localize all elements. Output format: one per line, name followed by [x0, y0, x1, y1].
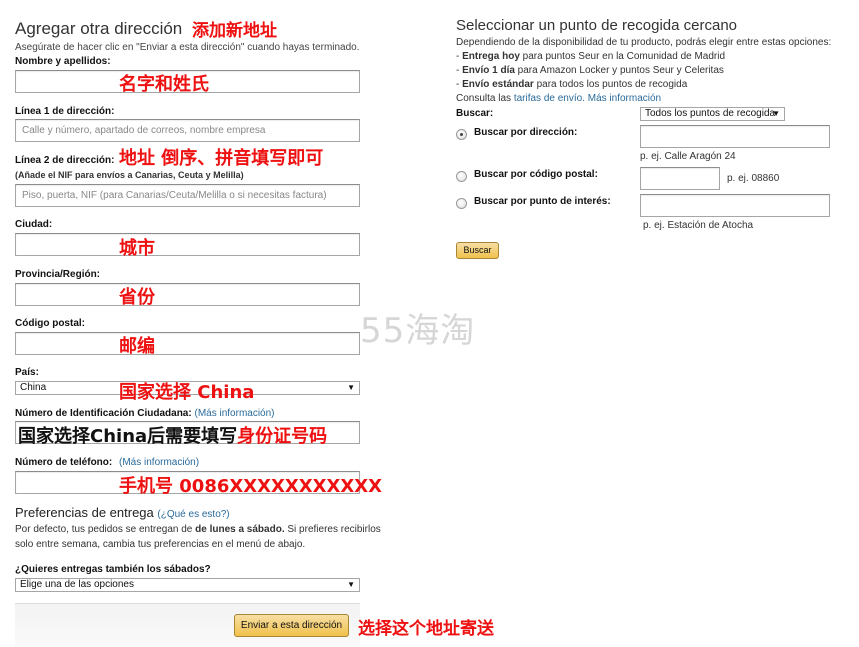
phone-more-info-link[interactable]: (Más información) — [119, 457, 199, 468]
search-by-postal-radio[interactable] — [456, 171, 467, 182]
phone-annotation: 手机号 0086XXXXXXXXXXX — [119, 476, 383, 497]
country-select-value: China — [20, 382, 47, 393]
province-input[interactable] — [15, 283, 360, 306]
consult-prefix: Consulta las — [456, 93, 514, 104]
chevron-down-icon: ▼ — [347, 383, 355, 392]
id-annotation: 国家选择China后需要填写身份证号码 — [18, 422, 327, 448]
pref-title-text: Preferencias de entrega — [15, 505, 154, 520]
chevron-down-icon: ▼ — [347, 580, 355, 589]
form-title: Agregar otra dirección — [15, 19, 183, 38]
city-annotation: 城市 — [119, 238, 155, 259]
opt3-bold: Envío estándar — [462, 79, 534, 90]
search-address-input[interactable] — [640, 125, 830, 148]
ship-to-this-address-button[interactable]: Enviar a esta dirección — [234, 614, 349, 637]
search-button[interactable]: Buscar — [456, 242, 499, 259]
pickup-option-2: - Envío 1 día para Amazon Locker y punto… — [456, 65, 724, 76]
search-label: Buscar: — [456, 108, 494, 119]
search-poi-input[interactable] — [640, 194, 830, 217]
province-annotation: 省份 — [119, 287, 155, 308]
pref-text1b: de lunes a sábado. — [195, 524, 285, 535]
shipping-rates-link[interactable]: tarifas de envío. — [514, 93, 585, 104]
opt3-rest: para todos los puntos de recogida — [533, 79, 688, 90]
pickup-consult: Consulta las tarifas de envío. Más infor… — [456, 93, 661, 104]
pref-text-line2: solo entre semana, cambia tus preferenci… — [15, 539, 306, 550]
more-info-link[interactable]: Más información — [588, 93, 661, 104]
opt2-rest: para Amazon Locker y puntos Seur y Celer… — [514, 65, 724, 76]
search-postal-input[interactable] — [640, 167, 720, 190]
pref-text-line1: Por defecto, tus pedidos se entregan de … — [15, 524, 381, 535]
pickup-intro: Dependiendo de la disponibilidad de tu p… — [456, 37, 832, 48]
search-by-poi-label: Buscar por punto de interés: — [474, 196, 611, 207]
search-by-postal-label: Buscar por código postal: — [474, 169, 598, 180]
id-annotation-black: 国家选择China后需要填写 — [18, 426, 238, 447]
search-by-address-radio[interactable] — [456, 129, 467, 140]
city-input[interactable] — [15, 233, 360, 256]
form-instructions: Asegúrate de hacer clic en "Enviar a est… — [15, 42, 360, 53]
address2-label: Línea 2 de dirección: — [15, 155, 115, 166]
watermark: 55海淘 — [360, 311, 476, 351]
country-annotation: 国家选择 China — [119, 382, 255, 403]
postal-label: Código postal: — [15, 318, 85, 329]
saturday-select[interactable]: Elige una de las opciones ▼ — [15, 578, 360, 592]
address1-label: Línea 1 de dirección: — [15, 106, 115, 117]
id-annotation-red: 身份证号码 — [237, 426, 328, 447]
id-label-text: Número de Identificación Ciudadana: — [15, 408, 192, 419]
opt2-bold: Envío 1 día — [462, 65, 515, 76]
pickup-option-1: - Entrega hoy para puntos Seur en la Com… — [456, 51, 726, 62]
saturday-label: ¿Quieres entregas también los sábados? — [15, 564, 211, 575]
submit-annotation: 选择这个地址寄送 — [358, 619, 494, 639]
id-more-info-link[interactable]: (Más información) — [194, 408, 274, 419]
opt1-bold: Entrega hoy — [462, 51, 520, 62]
search-poi-example: p. ej. Estación de Atocha — [643, 220, 754, 231]
address2-sublabel: (Añade el NIF para envíos a Canarias, Ce… — [15, 170, 244, 180]
pref-text1a: Por defecto, tus pedidos se entregan de — [15, 524, 196, 535]
phone-label-text: Número de teléfono: — [15, 457, 113, 468]
pref-text1c: Si prefieres recibirlos — [284, 524, 381, 535]
name-annotation: 名字和姓氏 — [119, 74, 209, 95]
pickup-option-3: - Envío estándar para todos los puntos d… — [456, 79, 688, 90]
saturday-select-value: Elige una de las opciones — [20, 579, 134, 590]
delivery-preferences-title: Preferencias de entrega (¿Qué es esto?) — [15, 505, 230, 520]
pickup-title: Seleccionar un punto de recogida cercano — [456, 17, 738, 34]
search-address-example: p. ej. Calle Aragón 24 — [640, 151, 736, 162]
address2-input[interactable]: Piso, puerta, NIF (para Canarias/Ceuta/M… — [15, 184, 360, 207]
id-label: Número de Identificación Ciudadana: (Más… — [15, 408, 275, 419]
pickup-type-select[interactable]: Todos los puntos de recogida ▼ — [640, 107, 785, 121]
phone-label: Número de teléfono: (Más información) — [15, 457, 199, 468]
title-annotation: 添加新地址 — [192, 21, 277, 41]
pickup-type-value: Todos los puntos de recogida — [645, 108, 776, 119]
address1-input[interactable]: Calle y número, apartado de correos, nom… — [15, 119, 360, 142]
postal-input[interactable] — [15, 332, 360, 355]
opt1-rest: para puntos Seur en la Comunidad de Madr… — [519, 51, 726, 62]
search-by-poi-radio[interactable] — [456, 198, 467, 209]
name-label: Nombre y apellidos: — [15, 56, 111, 67]
search-by-address-label: Buscar por dirección: — [474, 127, 578, 138]
pref-what-is-this-link[interactable]: (¿Qué es esto?) — [157, 509, 229, 520]
search-postal-example: p. ej. 08860 — [727, 173, 780, 184]
province-label: Provincia/Región: — [15, 269, 101, 280]
chevron-down-icon: ▼ — [772, 109, 780, 118]
postal-annotation: 邮编 — [119, 336, 155, 357]
city-label: Ciudad: — [15, 219, 53, 230]
address2-annotation: 地址 倒序、拼音填写即可 — [119, 148, 324, 169]
country-label: País: — [15, 367, 39, 378]
